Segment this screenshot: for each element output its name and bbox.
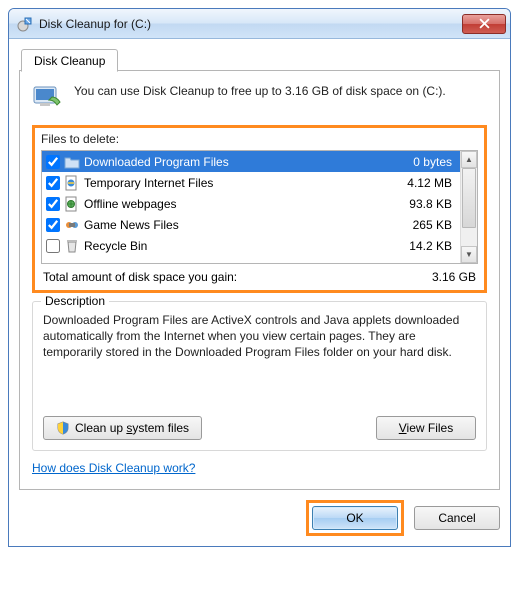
help-link[interactable]: How does Disk Cleanup work? <box>32 461 195 475</box>
close-icon <box>479 18 490 29</box>
ie-file-icon <box>64 175 80 191</box>
dialog-footer: OK Cancel <box>19 500 500 536</box>
total-value: 3.16 GB <box>432 270 476 284</box>
view-files-button[interactable]: View Files <box>376 416 476 440</box>
row-name: Game News Files <box>84 218 382 232</box>
titlebar: Disk Cleanup for (C:) <box>9 9 510 39</box>
tab-disk-cleanup[interactable]: Disk Cleanup <box>21 49 118 72</box>
row-checkbox[interactable] <box>46 218 60 232</box>
folder-download-icon <box>64 154 80 170</box>
files-to-delete-section: Files to delete: Downloaded Program File… <box>32 125 487 293</box>
file-list-inner: Downloaded Program Files 0 bytes Tempora… <box>42 151 460 263</box>
disk-cleanup-large-icon <box>32 83 64 115</box>
total-label: Total amount of disk space you gain: <box>43 270 432 284</box>
files-to-delete-label: Files to delete: <box>41 132 478 146</box>
intro-row: You can use Disk Cleanup to free up to 3… <box>32 83 487 115</box>
tabstrip: Disk Cleanup <box>19 47 500 71</box>
row-name: Recycle Bin <box>84 239 382 253</box>
window-title-text: Disk Cleanup for (C:) <box>39 17 151 31</box>
cleanup-system-files-label: Clean up system files <box>75 421 189 435</box>
row-checkbox[interactable] <box>46 176 60 190</box>
file-list: Downloaded Program Files 0 bytes Tempora… <box>41 150 478 264</box>
row-size: 4.12 MB <box>386 176 456 190</box>
cancel-button[interactable]: Cancel <box>414 506 500 530</box>
row-name: Offline webpages <box>84 197 382 211</box>
view-files-label: View Files <box>399 421 453 435</box>
row-checkbox[interactable] <box>46 197 60 211</box>
row-size: 93.8 KB <box>386 197 456 211</box>
recycle-bin-icon <box>64 238 80 254</box>
scroll-down-button[interactable]: ▼ <box>461 246 477 263</box>
scroll-track[interactable] <box>461 168 477 246</box>
list-item[interactable]: Offline webpages 93.8 KB <box>42 193 460 214</box>
client-area: Disk Cleanup You can use Disk Cleanup to… <box>9 39 510 546</box>
description-legend: Description <box>41 294 109 308</box>
list-item[interactable]: Downloaded Program Files 0 bytes <box>42 151 460 172</box>
window-title: Disk Cleanup for (C:) <box>17 16 462 32</box>
description-button-row: Clean up system files View Files <box>43 416 476 440</box>
row-size: 0 bytes <box>386 155 456 169</box>
description-text: Downloaded Program Files are ActiveX con… <box>43 312 476 402</box>
row-name: Downloaded Program Files <box>84 155 382 169</box>
disk-cleanup-icon <box>17 16 33 32</box>
cleanup-system-files-button[interactable]: Clean up system files <box>43 416 202 440</box>
globe-doc-icon <box>64 196 80 212</box>
row-name: Temporary Internet Files <box>84 176 382 190</box>
close-button[interactable] <box>462 14 506 34</box>
row-checkbox[interactable] <box>46 239 60 253</box>
scroll-thumb[interactable] <box>462 168 476 228</box>
list-item[interactable]: Game News Files 265 KB <box>42 214 460 235</box>
tab-body: You can use Disk Cleanup to free up to 3… <box>19 71 500 490</box>
description-group: Description Downloaded Program Files are… <box>32 301 487 451</box>
game-icon <box>64 217 80 233</box>
row-size: 14.2 KB <box>386 239 456 253</box>
list-item[interactable]: Recycle Bin 14.2 KB <box>42 235 460 256</box>
list-item[interactable]: Temporary Internet Files 4.12 MB <box>42 172 460 193</box>
ok-highlight: OK <box>306 500 404 536</box>
row-checkbox[interactable] <box>46 155 60 169</box>
scroll-up-button[interactable]: ▲ <box>461 151 477 168</box>
row-size: 265 KB <box>386 218 456 232</box>
total-row: Total amount of disk space you gain: 3.1… <box>41 264 478 284</box>
intro-text: You can use Disk Cleanup to free up to 3… <box>74 83 446 99</box>
scrollbar[interactable]: ▲ ▼ <box>460 151 477 263</box>
ok-button[interactable]: OK <box>312 506 398 530</box>
disk-cleanup-window: Disk Cleanup for (C:) Disk Cleanup You c… <box>8 8 511 547</box>
uac-shield-icon <box>56 421 70 435</box>
